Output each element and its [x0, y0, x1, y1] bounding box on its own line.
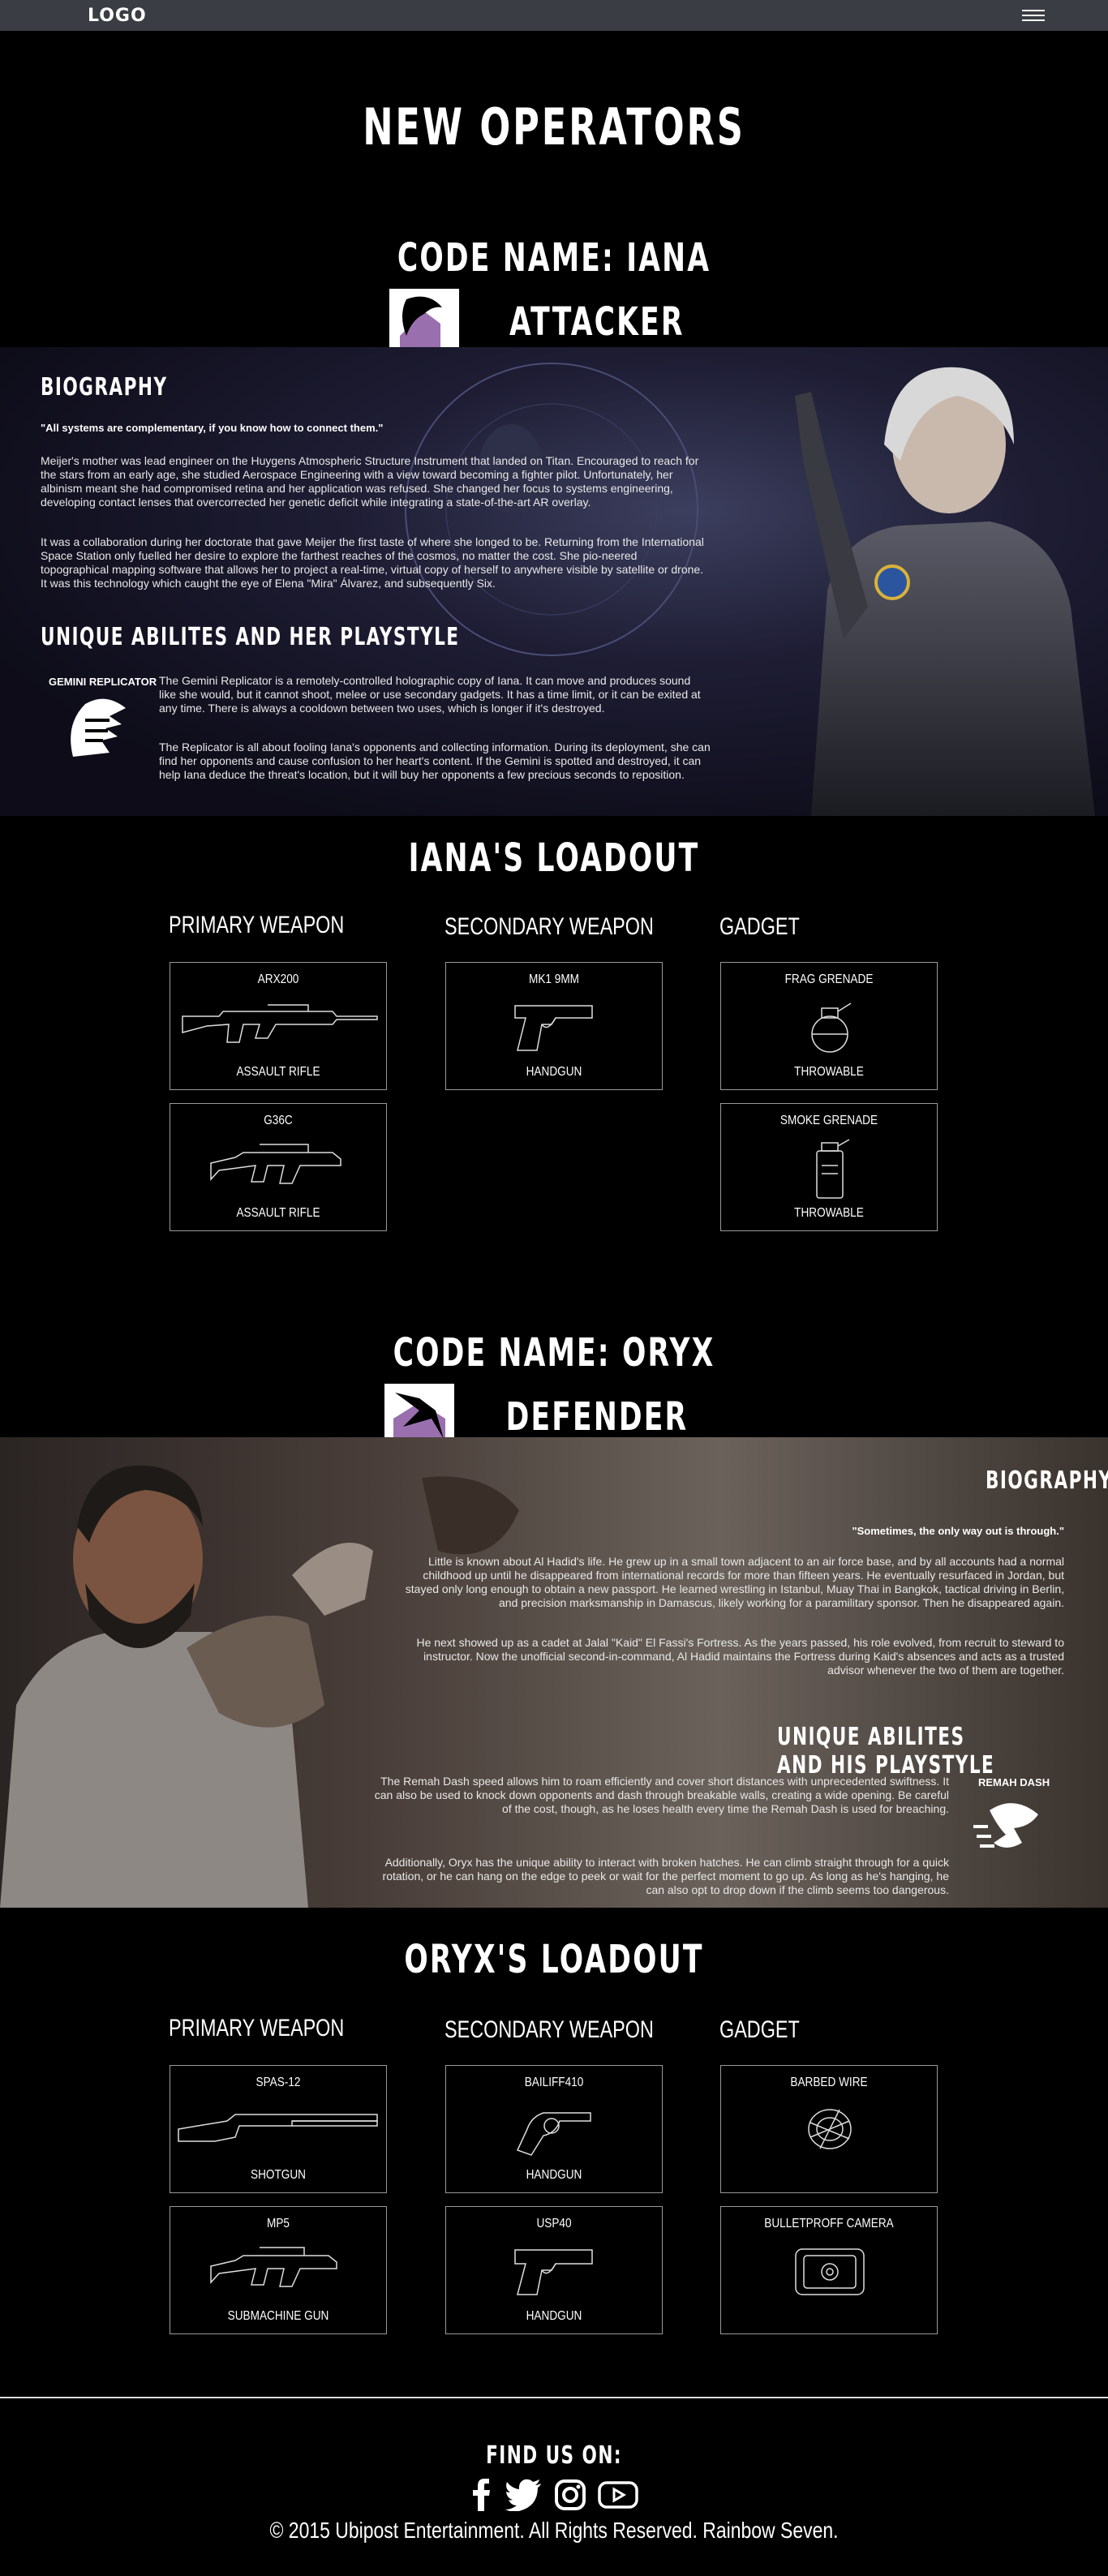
oryx-ability-paragraph-2: Additionally, Oryx has the unique abilit… [382, 1856, 949, 1896]
oryx-col-gadget: GADGET [719, 2016, 800, 2043]
weapon-type: SUBMACHINE GUN [227, 2309, 329, 2323]
oryx-role-label: DEFENDER [505, 1394, 689, 1440]
oryx-bio-paragraph-1: Little is known about Al Hadid's life. H… [405, 1555, 1064, 1609]
hamburger-menu-icon[interactable] [1022, 6, 1045, 24]
gadget-type: THROWABLE [794, 1206, 864, 1220]
iana-role-label: ATTACKER [509, 299, 685, 345]
smg-icon [210, 2247, 337, 2287]
footer-divider [0, 2397, 1108, 2398]
oryx-loadout-title: ORYX'S LOADOUT [404, 1937, 704, 1982]
weapon-type: ASSAULT RIFLE [236, 1206, 320, 1220]
weapon-card-bailiff410[interactable]: BAILIFF410 HANDGUN [445, 2065, 663, 2193]
weapon-card-arx200[interactable]: ARX200 ASSAULT RIFLE [170, 962, 387, 1090]
oryx-col-secondary: SECONDARY WEAPON [444, 2016, 654, 2043]
shotgun-icon [178, 2114, 378, 2142]
iana-ability-paragraph-1: The Gemini Replicator is a remotely-cont… [159, 674, 701, 715]
gadget-card-barbed-wire[interactable]: BARBED WIRE [720, 2065, 938, 2193]
iana-ability-paragraph-2: The Replicator is all about fooling Iana… [159, 741, 711, 781]
remah-dash-icon [973, 1803, 1038, 1848]
iana-ability-title: UNIQUE ABILITES AND HER PLAYSTYLE [41, 623, 460, 651]
assault-rifle-icon [182, 1004, 378, 1043]
weapon-name: G36C [264, 1114, 293, 1127]
weapon-type: HANDGUN [526, 1065, 582, 1079]
iana-bio-paragraph-1: Meijer's mother was lead engineer on the… [41, 454, 699, 509]
iana-portrait [795, 367, 1095, 816]
handgun-icon [514, 2249, 593, 2295]
weapon-name: USP40 [536, 2217, 572, 2230]
oryx-ability-paragraph-1: The Remah Dash speed allows him to roam … [374, 1775, 949, 1815]
weapon-card-usp40[interactable]: USP40 HANDGUN [445, 2206, 663, 2334]
gadget-name: BULLETPROFF CAMERA [764, 2217, 894, 2230]
iana-quote: "All systems are complementary, if you k… [41, 422, 384, 434]
camera-icon [795, 2248, 865, 2295]
oryx-col-primary: PRIMARY WEAPON [169, 2015, 345, 2041]
handgun-icon [514, 1005, 593, 1051]
iana-ability-name: GEMINI REPLICATOR [49, 676, 157, 688]
oryx-bio-title: BIOGRAPHY [986, 1466, 1108, 1495]
weapon-card-g36c[interactable]: G36C ASSAULT RIFLE [170, 1103, 387, 1231]
gadget-card-frag-grenade[interactable]: FRAG GRENADE THROWABLE [720, 962, 938, 1090]
page-title: NEW OPERATORS [363, 97, 745, 157]
iana-code-name: CODE NAME: IANA [397, 235, 711, 281]
iana-banner: BIOGRAPHY "All systems are complementary… [0, 347, 1108, 816]
weapon-card-mk1-9mm[interactable]: MK1 9MM HANDGUN [445, 962, 663, 1090]
gemini-replicator-icon [71, 698, 126, 757]
oryx-code-name: CODE NAME: ORYX [393, 1330, 715, 1376]
iana-bio-paragraph-2: It was a collaboration during her doctor… [41, 535, 704, 590]
youtube-icon[interactable] [598, 2479, 638, 2511]
barbed-wire-icon [808, 2109, 852, 2149]
weapon-name: MP5 [267, 2217, 290, 2230]
weapon-card-mp5[interactable]: MP5 SUBMACHINE GUN [170, 2206, 387, 2334]
oryx-ability-title: UNIQUE ABILITES AND HIS PLAYSTYLE [777, 1723, 995, 1780]
weapon-name: MK1 9MM [529, 972, 579, 986]
iana-col-secondary: SECONDARY WEAPON [444, 913, 654, 940]
copyright: © 2015 Ubipost Entertainment. All Rights… [269, 2518, 839, 2543]
oryx-ability-name: REMAH DASH [978, 1776, 1050, 1788]
weapon-name: SPAS-12 [256, 2076, 301, 2089]
weapon-name: BAILIFF410 [524, 2076, 584, 2089]
attacker-badge-icon [389, 289, 460, 355]
top-nav: LOGO [0, 0, 1108, 31]
smoke-grenade-icon [816, 1139, 850, 1199]
iana-bio-title: BIOGRAPHY [41, 373, 168, 401]
frag-grenade-icon [811, 1002, 852, 1053]
assault-rifle-icon [210, 1144, 341, 1184]
iana-col-gadget: GADGET [719, 913, 800, 940]
weapon-name: ARX200 [257, 972, 299, 986]
iana-role: ATTACKER [0, 289, 1108, 355]
weapon-type: HANDGUN [526, 2309, 582, 2323]
logo[interactable]: LOGO [88, 6, 147, 26]
iana-col-primary: PRIMARY WEAPON [169, 912, 345, 938]
social-links [0, 2479, 1108, 2511]
oryx-quote: "Sometimes, the only way out is through.… [852, 1525, 1064, 1537]
weapon-type: ASSAULT RIFLE [236, 1065, 320, 1079]
find-us-label: FIND US ON: [486, 2441, 622, 2470]
gadget-name: BARBED WIRE [790, 2076, 868, 2089]
revolver-icon [516, 2112, 591, 2156]
gadget-card-bulletproof-camera[interactable]: BULLETPROFF CAMERA [720, 2206, 938, 2334]
facebook-icon[interactable] [470, 2479, 494, 2511]
gadget-type: THROWABLE [794, 1065, 864, 1079]
weapon-type: SHOTGUN [251, 2168, 306, 2182]
gadget-card-smoke-grenade[interactable]: SMOKE GRENADE THROWABLE [720, 1103, 938, 1231]
gadget-name: SMOKE GRENADE [779, 1114, 878, 1127]
iana-loadout-title: IANA'S LOADOUT [408, 835, 700, 881]
weapon-card-spas-12[interactable]: SPAS-12 SHOTGUN [170, 2065, 387, 2193]
twitter-icon[interactable] [505, 2479, 543, 2511]
oryx-bio-paragraph-2: He next showed up as a cadet at Jalal "K… [416, 1636, 1064, 1677]
weapon-type: HANDGUN [526, 2168, 582, 2182]
oryx-banner: BIOGRAPHY "Sometimes, the only way out i… [0, 1437, 1108, 1908]
instagram-icon[interactable] [554, 2479, 586, 2511]
gadget-name: FRAG GRENADE [784, 972, 874, 986]
